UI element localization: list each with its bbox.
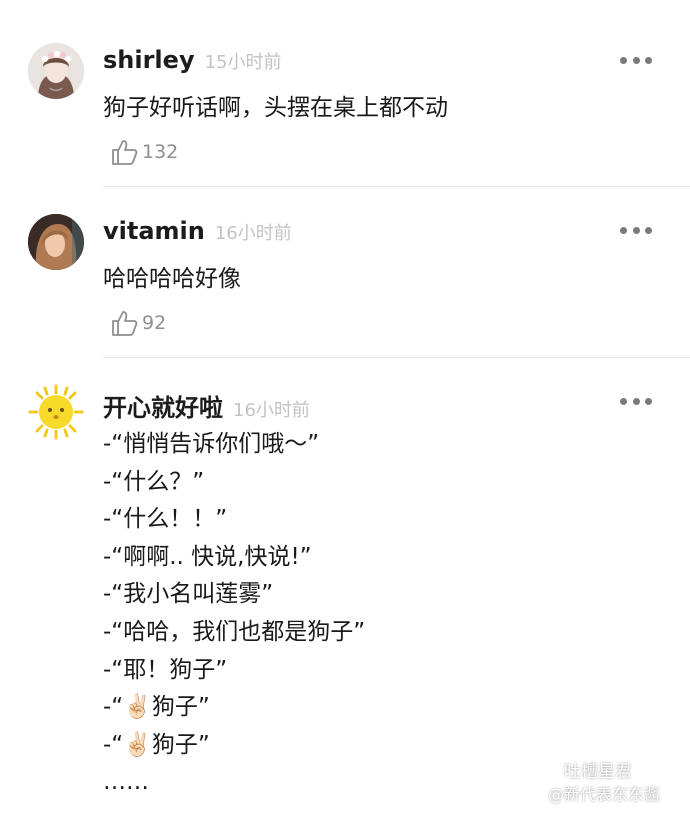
thumbs-up-icon (112, 311, 138, 336)
comment-line: -“什么？” (103, 468, 205, 495)
username-text[interactable]: shirley (103, 46, 195, 74)
user-avatar[interactable] (28, 214, 84, 270)
timestamp: 16小时前 (214, 223, 292, 244)
watermark: 吐槽星君 @新代表东东酱 (522, 755, 672, 805)
comment-line: -“什么！！” (103, 506, 228, 533)
divider (103, 186, 690, 187)
more-dots-icon[interactable] (620, 395, 652, 407)
thumbs-up-icon (112, 140, 138, 165)
comment-text: 狗子好听话啊，头摆在桌上都不动 (103, 95, 448, 121)
username[interactable]: 开心就好啦 16小时前 (103, 388, 310, 423)
comment-line: -“✌🏻狗子” (103, 694, 210, 721)
username[interactable]: vitamin 16小时前 (103, 217, 292, 245)
comment-line: -“啊啊.. 快说,快说!” (103, 543, 312, 570)
user-avatar[interactable] (28, 384, 84, 440)
like-button[interactable]: 132 (110, 138, 178, 166)
girl-with-flower-crown-avatar-icon (28, 43, 84, 99)
comment-line: -“✌🏻狗子” (103, 731, 210, 758)
username[interactable]: shirley 15小时前 (103, 46, 282, 74)
divider (103, 357, 690, 358)
sun-emoji-avatar-icon (28, 384, 84, 440)
timestamp: 15小时前 (204, 52, 282, 73)
timestamp: 16小时前 (233, 400, 310, 421)
comment-text: 哈哈哈哈好像 (103, 266, 241, 292)
comment-line: -“悄悄告诉你们哦～” (103, 431, 320, 457)
user-avatar[interactable] (28, 43, 84, 99)
comment-line: -“耶！狗子” (103, 656, 228, 683)
like-count: 92 (142, 312, 167, 334)
more-dots-icon[interactable] (620, 54, 652, 66)
comment-line: -“哈哈，我们也都是狗子” (103, 618, 366, 645)
like-button[interactable]: 92 (110, 309, 166, 337)
more-dots-icon[interactable] (620, 224, 652, 236)
like-count: 132 (142, 141, 179, 163)
comment-line: …… (103, 769, 149, 796)
username-text[interactable]: vitamin (103, 217, 205, 245)
watermark-line1: 吐槽星君 (564, 762, 632, 782)
username-text[interactable]: 开心就好啦 (103, 394, 223, 422)
weibo-logo-icon (522, 778, 544, 797)
comment-text: -“悄悄告诉你们哦～” -“什么？” -“什么！！” -“啊啊.. 快说,快说!… (103, 426, 365, 802)
watermark-line2: @新代表东东酱 (548, 785, 661, 804)
comment-line: -“我小名叫莲雾” (103, 581, 274, 608)
girl-portrait-avatar-icon (28, 214, 84, 270)
